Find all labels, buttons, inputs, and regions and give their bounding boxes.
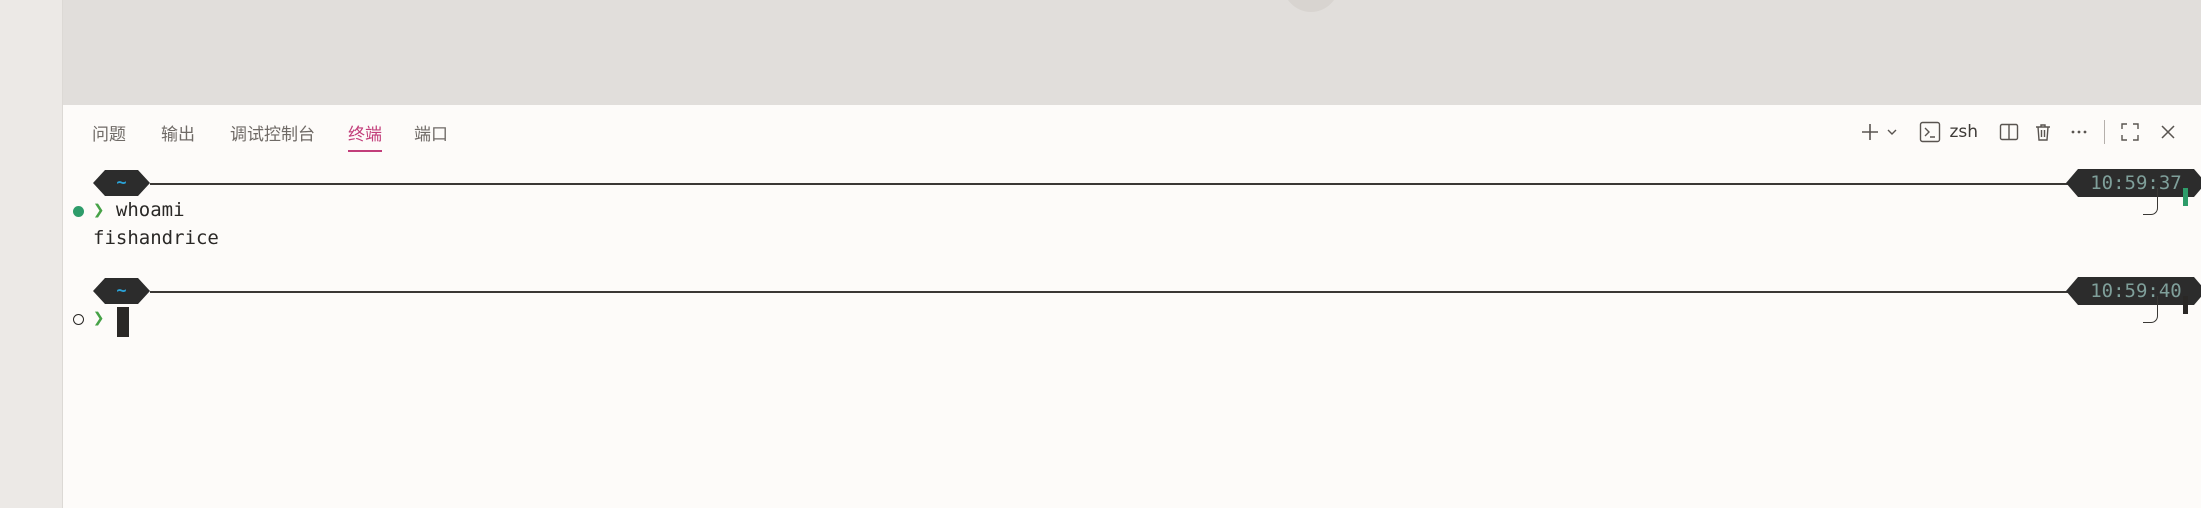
time-badge: 10:59:40 bbox=[2066, 277, 2201, 305]
terminal-view[interactable]: ~ 10:59:37 ❯ whoami fishandrice ~ 10:59:… bbox=[63, 159, 2201, 508]
panel-toolbar: zsh bbox=[1859, 105, 2179, 159]
command-output: fishandrice bbox=[93, 227, 219, 249]
kill-terminal-button[interactable] bbox=[2032, 118, 2054, 146]
terminal-dropdown-button[interactable] bbox=[1883, 118, 1901, 146]
terminal-instance-button[interactable]: zsh bbox=[1919, 118, 1978, 146]
editor-watermark bbox=[1283, 0, 1339, 12]
tab-terminal[interactable]: 终端 bbox=[348, 120, 382, 152]
tab-debug-console[interactable]: 调试控制台 bbox=[230, 120, 315, 145]
activity-bar bbox=[0, 0, 63, 508]
toolbar-divider bbox=[2104, 120, 2105, 144]
bottom-panel: 问题 输出 调试控制台 终端 端口 zsh ~ 10:59:37 ❯ whoam… bbox=[63, 105, 2201, 508]
plus-icon bbox=[1862, 124, 1879, 140]
prompt-rule bbox=[150, 291, 2070, 293]
directory-badge: ~ bbox=[93, 170, 150, 196]
new-terminal-button[interactable] bbox=[1859, 118, 1881, 146]
panel-tabs: 问题 输出 调试控制台 终端 端口 bbox=[63, 105, 448, 159]
editor-area bbox=[63, 0, 2201, 105]
time-label: 10:59:40 bbox=[2090, 280, 2182, 302]
directory-badge: ~ bbox=[93, 278, 150, 304]
command-text: whoami bbox=[115, 199, 185, 221]
split-icon bbox=[1999, 123, 2019, 141]
chevron-down-icon bbox=[1887, 129, 1897, 135]
prompt-chevron: ❯ bbox=[93, 307, 105, 329]
ellipsis-icon bbox=[2071, 130, 2087, 134]
prompt-rule bbox=[150, 183, 2070, 185]
prompt-chevron: ❯ bbox=[93, 199, 105, 221]
prompt-bracket bbox=[2143, 188, 2158, 215]
time-badge: 10:59:37 bbox=[2066, 169, 2201, 197]
tab-output[interactable]: 输出 bbox=[161, 120, 195, 145]
split-terminal-button[interactable] bbox=[1998, 118, 2020, 146]
maximize-icon bbox=[2121, 123, 2139, 141]
time-label: 10:59:37 bbox=[2090, 172, 2182, 194]
terminal-cursor bbox=[117, 307, 129, 337]
terminal-icon bbox=[1920, 121, 1941, 143]
close-panel-button[interactable] bbox=[2157, 118, 2179, 146]
directory-label: ~ bbox=[116, 281, 127, 301]
command-success-dot[interactable] bbox=[73, 206, 84, 217]
command-line: ❯ whoami bbox=[93, 199, 185, 221]
maximize-panel-button[interactable] bbox=[2119, 118, 2141, 146]
tab-problems[interactable]: 问题 bbox=[92, 120, 126, 145]
tab-ports[interactable]: 端口 bbox=[414, 120, 448, 145]
scrollbar-marker-cursor bbox=[2183, 296, 2188, 314]
shell-label: zsh bbox=[1949, 122, 1978, 142]
scrollbar-marker-success bbox=[2183, 188, 2188, 206]
more-actions-button[interactable] bbox=[2068, 118, 2090, 146]
directory-label: ~ bbox=[116, 173, 127, 193]
command-line: ❯ bbox=[93, 307, 116, 329]
prompt-bracket bbox=[2143, 296, 2158, 323]
close-icon bbox=[2161, 125, 2175, 139]
command-pending-dot[interactable] bbox=[73, 314, 84, 325]
trash-icon bbox=[2036, 124, 2050, 141]
